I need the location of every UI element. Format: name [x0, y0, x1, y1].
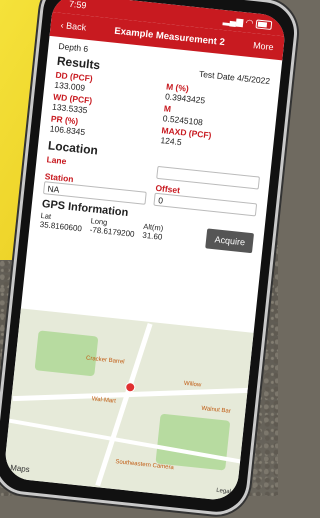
status-time: 7:59 [68, 0, 87, 11]
acquire-button[interactable]: Acquire [205, 228, 255, 254]
map-label: Willow [183, 380, 202, 389]
map-label: Walnut Bar [201, 405, 232, 415]
content: Depth 6 Results Test Date 4/5/2022 DD (P… [29, 36, 283, 258]
map-view[interactable]: Cracker Barrel Wal-Mart Willow Southeast… [3, 308, 254, 502]
map-park [34, 330, 99, 377]
back-button[interactable]: ‹ Back [60, 20, 86, 33]
map-label: Wal-Mart [91, 396, 117, 405]
map-park [155, 413, 231, 471]
alt-value: 31.60 [141, 230, 163, 242]
more-button[interactable]: More [253, 40, 274, 52]
back-label: Back [65, 20, 87, 33]
phone-screen: 7:59 ▂▄▆ ◠ ‹ Back Example Measurement 2 … [3, 0, 287, 502]
status-icons: ▂▄▆ ◠ [223, 14, 273, 30]
legal-link[interactable]: Legal [216, 488, 231, 496]
battery-icon [255, 19, 273, 30]
maps-logo: Maps [10, 463, 30, 474]
maps-logo-text: Maps [9, 463, 31, 475]
